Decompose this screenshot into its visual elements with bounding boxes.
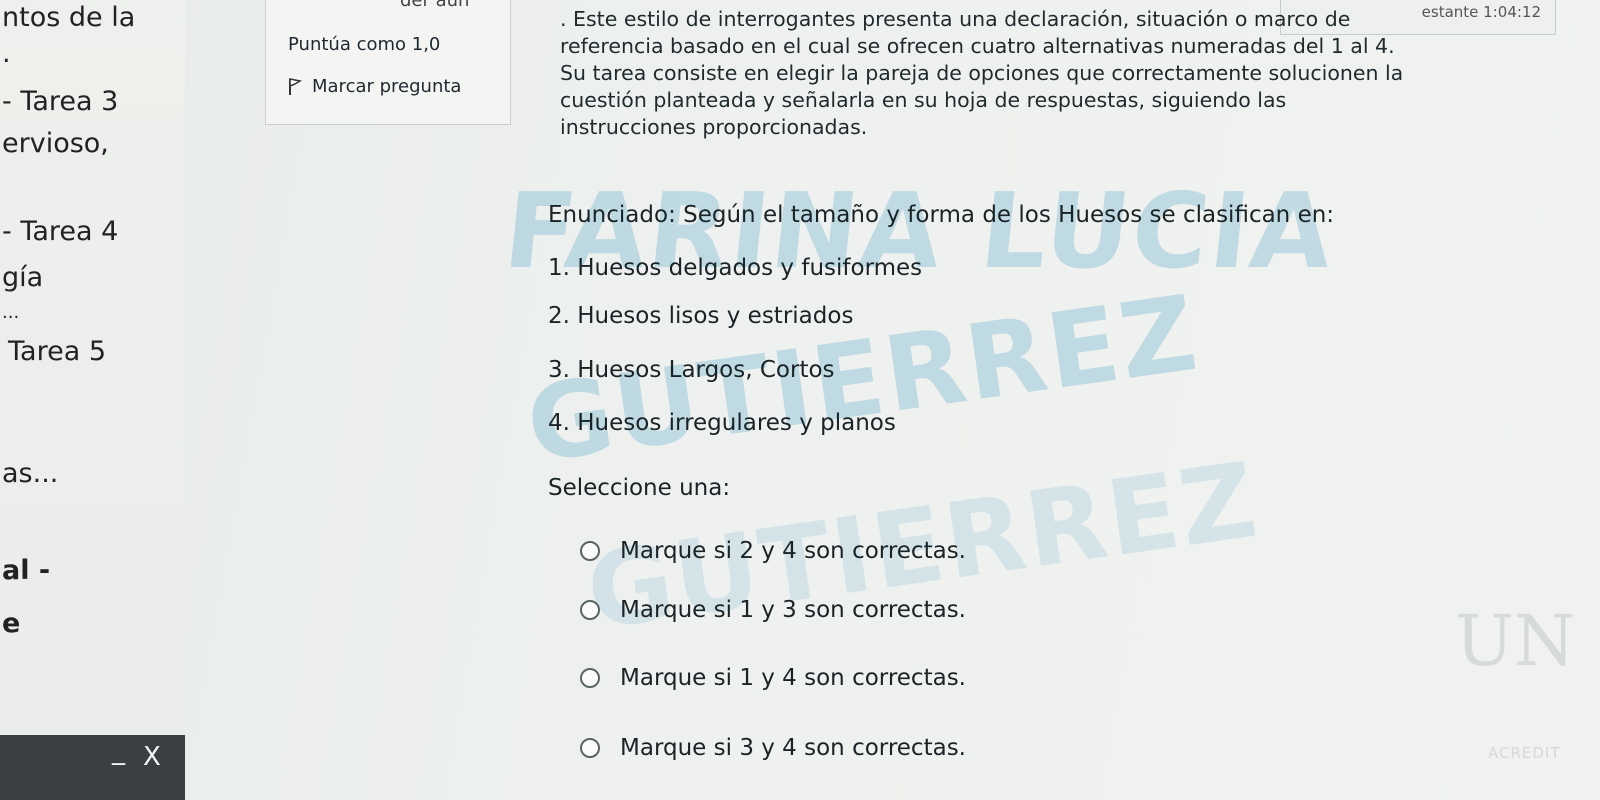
time-remaining-text: estante 1:04:12 bbox=[1421, 3, 1541, 21]
nav-item-text[interactable]: gía bbox=[2, 262, 43, 293]
option-item: 3. Huesos Largos, Cortos bbox=[548, 357, 835, 383]
nav-item-text[interactable]: al - bbox=[2, 555, 50, 586]
radio-button[interactable] bbox=[580, 668, 600, 688]
nav-item-tarea-5[interactable]: Tarea 5 bbox=[8, 336, 106, 367]
answer-option-c[interactable]: Marque si 1 y 4 son correctas. bbox=[580, 665, 966, 691]
radio-button[interactable] bbox=[580, 541, 600, 561]
nav-item-text[interactable]: as... bbox=[2, 458, 58, 489]
option-item: 1. Huesos delgados y fusiformes bbox=[548, 255, 923, 281]
flag-question-label: Marcar pregunta bbox=[312, 76, 462, 97]
radio-button[interactable] bbox=[580, 738, 600, 758]
answer-option-b[interactable]: Marque si 1 y 3 son correctas. bbox=[580, 597, 966, 623]
university-logo: UN bbox=[1455, 600, 1576, 682]
nav-item-tarea-4[interactable]: - Tarea 4 bbox=[2, 216, 118, 247]
select-one-prompt: Seleccione una: bbox=[548, 475, 731, 501]
option-item: 2. Huesos lisos y estriados bbox=[548, 303, 854, 329]
flag-question-button[interactable]: Marcar pregunta bbox=[288, 76, 461, 97]
nav-item-text[interactable]: ntos de la bbox=[2, 2, 135, 33]
question-instructions: . Este estilo de interrogantes presenta … bbox=[560, 7, 1404, 139]
logo-caption: ACREDIT bbox=[1488, 744, 1561, 762]
nav-item-tarea-3[interactable]: - Tarea 3 bbox=[2, 86, 118, 117]
question-info-box bbox=[265, 0, 511, 125]
answer-label[interactable]: Marque si 1 y 4 son correctas. bbox=[620, 665, 966, 691]
question-statement: Enunciado: Según el tamaño y forma de lo… bbox=[548, 202, 1335, 228]
minimize-icon[interactable]: _ bbox=[112, 736, 125, 766]
answer-option-d[interactable]: Marque si 3 y 4 son correctas. bbox=[580, 735, 966, 761]
answer-option-a[interactable]: Marque si 2 y 4 son correctas. bbox=[580, 538, 966, 564]
nav-item-text[interactable]: e bbox=[2, 608, 20, 639]
quiz-navigation-panel: ntos de la . - Tarea 3 ervioso, - Tarea … bbox=[0, 0, 185, 800]
close-icon[interactable]: X bbox=[143, 742, 161, 772]
answer-label[interactable]: Marque si 3 y 4 son correctas. bbox=[620, 735, 966, 761]
nav-item-ellipsis: ... bbox=[2, 302, 20, 323]
nav-item-text: . bbox=[2, 38, 11, 69]
radio-button[interactable] bbox=[580, 600, 600, 620]
nav-item-text[interactable]: ervioso, bbox=[2, 128, 109, 159]
answer-label[interactable]: Marque si 1 y 3 son correctas. bbox=[620, 597, 966, 623]
question-status-text: der aún bbox=[400, 0, 470, 11]
option-item: 4. Huesos irregulares y planos bbox=[548, 410, 896, 436]
flag-icon bbox=[289, 77, 302, 95]
answer-label[interactable]: Marque si 2 y 4 son correctas. bbox=[620, 538, 966, 564]
question-score: Puntúa como 1,0 bbox=[288, 34, 441, 55]
